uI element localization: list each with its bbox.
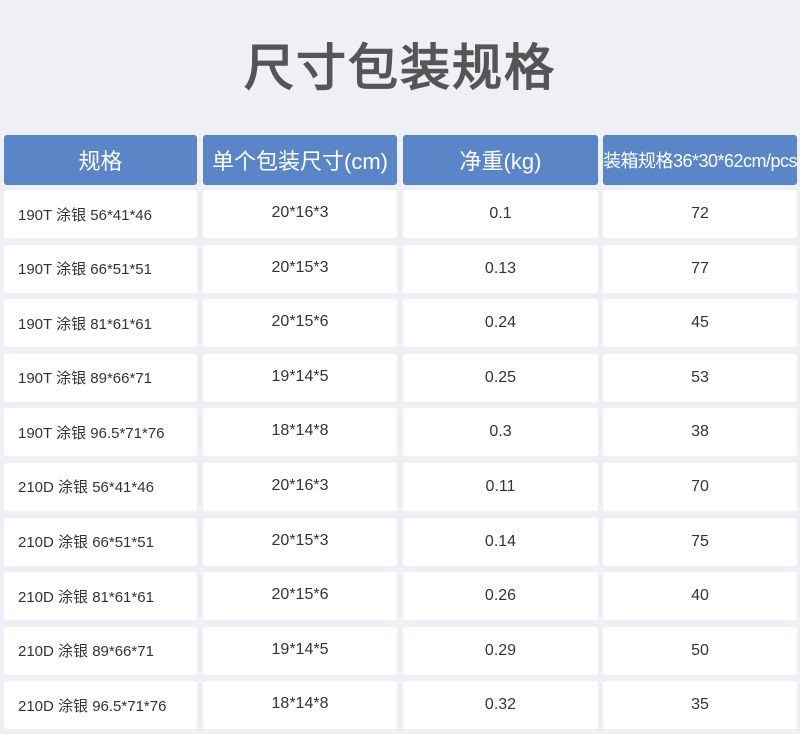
cell-package-size: 20*15*6 (203, 299, 397, 348)
cell-carton-qty: 70 (603, 462, 797, 511)
cell-package-size: 20*15*3 (203, 517, 397, 566)
cell-net-weight: 0.13 (403, 244, 598, 293)
cell-net-weight: 0.32 (403, 681, 598, 730)
cell-package-size: 20*16*3 (203, 462, 397, 511)
table-row: 210D 涂银 81*61*61 20*15*6 0.26 40 (0, 570, 800, 625)
spec-table: 规格 单个包装尺寸(cm) 净重(kg) 装箱规格36*30*62cm/pcs … (0, 134, 800, 734)
table-row: 190T 涂银 89*66*71 19*14*5 0.25 53 (0, 352, 800, 407)
page: 尺寸包装规格 规格 单个包装尺寸(cm) 净重(kg) 装箱规格36*30*62… (0, 0, 800, 734)
cell-spec: 210D 涂银 66*51*51 (4, 517, 197, 566)
cell-spec: 190T 涂银 96.5*71*76 (4, 408, 197, 457)
cell-carton-qty: 50 (603, 626, 797, 675)
table-row: 190T 涂银 81*61*61 20*15*6 0.24 45 (0, 297, 800, 352)
page-title: 尺寸包装规格 (244, 40, 556, 96)
cell-spec: 210D 涂银 81*61*61 (4, 572, 197, 621)
cell-package-size: 18*14*8 (203, 681, 397, 730)
cell-carton-qty: 53 (603, 353, 797, 402)
cell-net-weight: 0.26 (403, 572, 598, 621)
cell-spec: 210D 涂银 56*41*46 (4, 462, 197, 511)
cell-spec: 190T 涂银 66*51*51 (4, 244, 197, 293)
cell-net-weight: 0.1 (403, 190, 598, 238)
cell-net-weight: 0.11 (403, 462, 598, 511)
cell-package-size: 20*16*3 (203, 190, 397, 238)
table-row: 190T 涂银 56*41*46 20*16*3 0.1 72 (0, 188, 800, 243)
cell-package-size: 20*15*6 (203, 572, 397, 621)
header-cell-package-size: 单个包装尺寸(cm) (203, 135, 397, 185)
cell-carton-qty: 77 (603, 244, 797, 293)
cell-package-size: 18*14*8 (203, 408, 397, 457)
cell-carton-qty: 72 (603, 190, 797, 238)
cell-net-weight: 0.25 (403, 353, 598, 402)
cell-spec: 210D 涂银 96.5*71*76 (4, 681, 197, 730)
cell-package-size: 20*15*3 (203, 244, 397, 293)
cell-carton-qty: 38 (603, 408, 797, 457)
table-row: 210D 涂银 66*51*51 20*15*3 0.14 75 (0, 516, 800, 571)
cell-spec: 190T 涂银 89*66*71 (4, 353, 197, 402)
cell-package-size: 19*14*5 (203, 353, 397, 402)
cell-spec: 190T 涂银 56*41*46 (4, 190, 197, 238)
header-cell-spec: 规格 (4, 135, 197, 185)
cell-carton-qty: 45 (603, 299, 797, 348)
cell-net-weight: 0.29 (403, 626, 598, 675)
cell-carton-qty: 35 (603, 681, 797, 730)
cell-spec: 190T 涂银 81*61*61 (4, 299, 197, 348)
cell-carton-qty: 40 (603, 572, 797, 621)
header-cell-net-weight: 净重(kg) (403, 135, 598, 185)
table-row: 210D 涂银 96.5*71*76 18*14*8 0.32 35 (0, 679, 800, 734)
cell-carton-qty: 75 (603, 517, 797, 566)
cell-package-size: 19*14*5 (203, 626, 397, 675)
header-cell-carton-spec: 装箱规格36*30*62cm/pcs (603, 135, 797, 185)
table-row: 190T 涂银 66*51*51 20*15*3 0.13 77 (0, 243, 800, 298)
table-header-row: 规格 单个包装尺寸(cm) 净重(kg) 装箱规格36*30*62cm/pcs (0, 134, 800, 188)
cell-spec: 210D 涂银 89*66*71 (4, 626, 197, 675)
table-row: 210D 涂银 89*66*71 19*14*5 0.29 50 (0, 625, 800, 680)
cell-net-weight: 0.24 (403, 299, 598, 348)
cell-net-weight: 0.14 (403, 517, 598, 566)
table-row: 190T 涂银 96.5*71*76 18*14*8 0.3 38 (0, 406, 800, 461)
cell-net-weight: 0.3 (403, 408, 598, 457)
table-row: 210D 涂银 56*41*46 20*16*3 0.11 70 (0, 461, 800, 516)
